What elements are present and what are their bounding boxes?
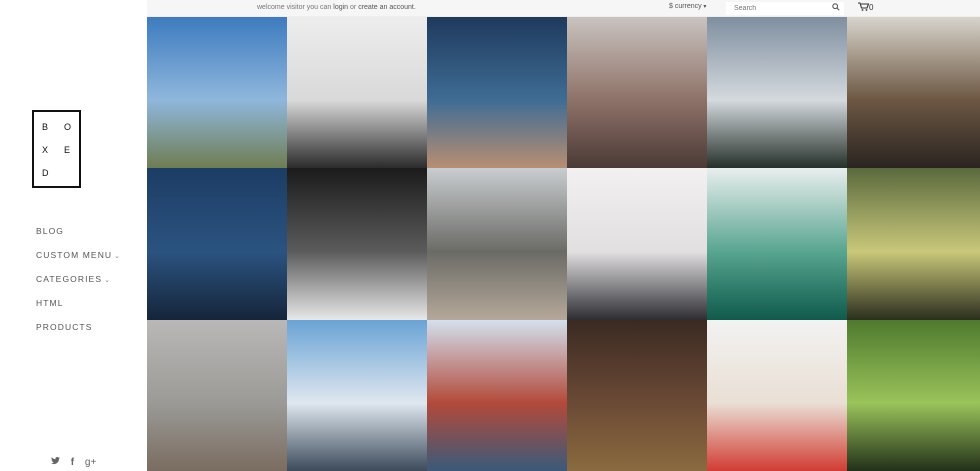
nav-products[interactable]: PRODUCTS [36,318,121,342]
photo-gallery [147,17,980,471]
welcome-text: welcome visitor you can [257,4,332,11]
logo-letter-x: X [42,145,49,155]
logo[interactable]: B O X E D [32,110,81,188]
create-account-link[interactable]: create an account. [358,4,416,11]
photo-coast-waves[interactable] [427,168,567,320]
photo-strawberry-bowl[interactable] [707,320,847,471]
nav-custom-menu[interactable]: CUSTOM MENU ⌄ [36,246,121,270]
photo-concert-band[interactable] [287,168,427,320]
logo-letter-b: B [42,122,49,132]
search-icon[interactable] [832,3,840,11]
nav-custom-menu-label: CUSTOM MENU [36,250,113,260]
photo-city-clouds[interactable] [287,320,427,471]
sidebar: B O X E D BLOG CUSTOM MENU ⌄ CATEGORIES ⌄ … [0,0,147,471]
photo-typewriter[interactable] [287,17,427,168]
chevron-down-icon: ⌄ [114,253,122,260]
photo-city-skyline[interactable] [567,17,707,168]
photo-beach-walkers[interactable] [147,320,287,471]
search-input[interactable] [726,2,844,15]
photo-canoe-lake[interactable] [707,168,847,320]
cart-icon [858,2,870,11]
nav-blog[interactable]: BLOG [36,222,121,246]
nav-categories[interactable]: CATEGORIES ⌄ [36,270,121,294]
or-text: or [350,4,357,11]
twitter-icon[interactable] [51,457,63,468]
caret-down-icon: ▾ [701,4,707,10]
cart-count: 0 [869,3,874,12]
nav-html[interactable]: HTML [36,294,121,318]
currency-selector[interactable]: $ currency ▾ [669,3,706,10]
facebook-icon[interactable]: f [71,457,74,468]
top-bar: welcome visitor you can login or create … [147,0,980,17]
currency-label: $ currency [669,3,702,10]
photo-misty-forest[interactable] [707,17,847,168]
social-links: f g+ [51,457,104,468]
google-plus-icon[interactable]: g+ [85,457,96,468]
nav-html-label: HTML [36,298,64,308]
photo-green-woods[interactable] [847,320,980,471]
photo-sunlit-forest[interactable] [847,168,980,320]
photo-library-shelves[interactable] [847,17,980,168]
photo-underwater-stars[interactable] [147,168,287,320]
nav-categories-label: CATEGORIES [36,274,103,284]
logo-letter-d: D [42,168,49,178]
welcome-message: welcome visitor you can login or create … [257,4,416,11]
photo-hillside-sky[interactable] [147,17,287,168]
logo-letter-e: E [64,145,71,155]
photo-herbs-table[interactable] [567,320,707,471]
login-link[interactable]: login [333,4,348,11]
nav-products-label: PRODUCTS [36,322,93,332]
cart-button[interactable]: 0 [858,2,873,12]
main-nav: BLOG CUSTOM MENU ⌄ CATEGORIES ⌄ HTML PRODU… [36,222,121,342]
chevron-down-icon: ⌄ [104,277,112,284]
photo-golden-gate[interactable] [427,320,567,471]
logo-letter-o: O [64,122,72,132]
photo-lake-dock[interactable] [427,17,567,168]
nav-blog-label: BLOG [36,226,65,236]
photo-foggy-peak[interactable] [567,168,707,320]
